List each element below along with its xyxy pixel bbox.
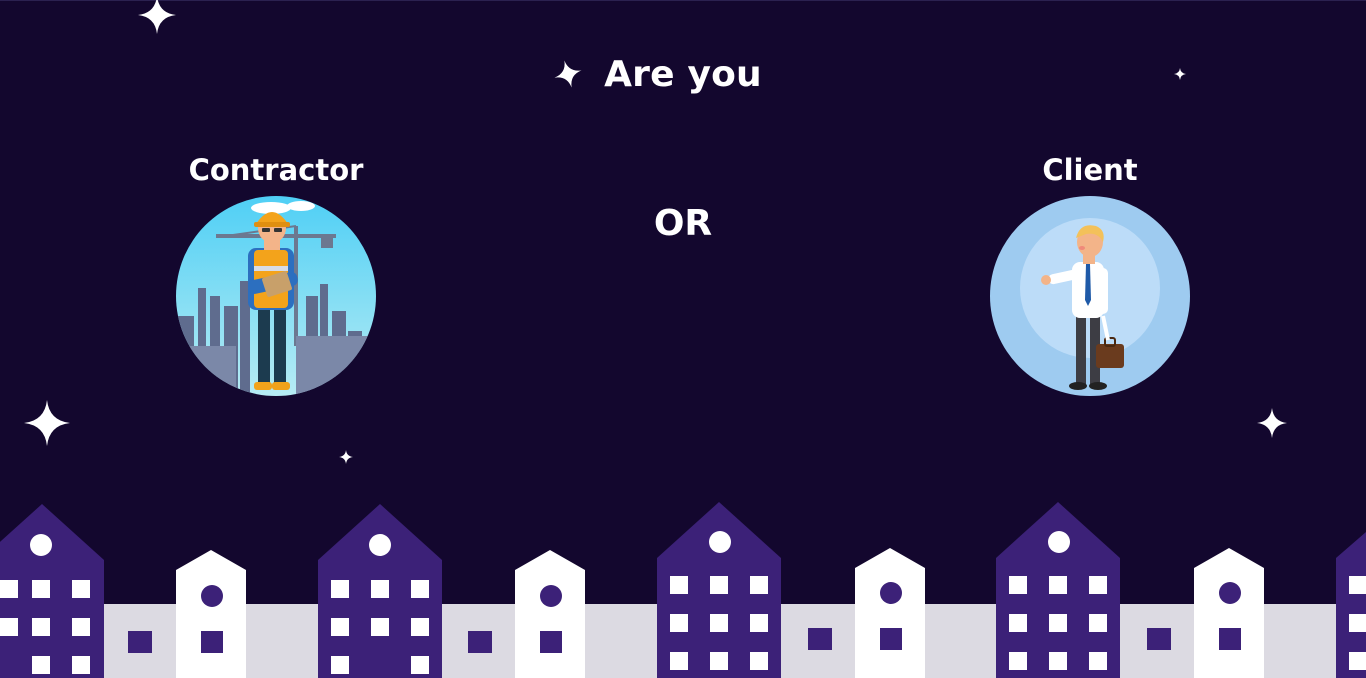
sparkle-icon [1257,408,1287,438]
page-title: Are you [604,54,762,95]
client-label: Client [1042,153,1138,187]
contractor-label: Contractor [188,153,364,187]
sparkle-icon [24,400,70,446]
client-option[interactable]: Client [940,150,1240,396]
top-border [0,0,1366,1]
city-skyline [0,502,1366,678]
client-illustration-icon[interactable] [990,196,1190,396]
contractor-illustration-icon[interactable] [176,196,376,396]
sparkle-icon [339,450,353,464]
sparkle-icon [138,0,176,34]
contractor-option[interactable]: Contractor [126,150,426,396]
